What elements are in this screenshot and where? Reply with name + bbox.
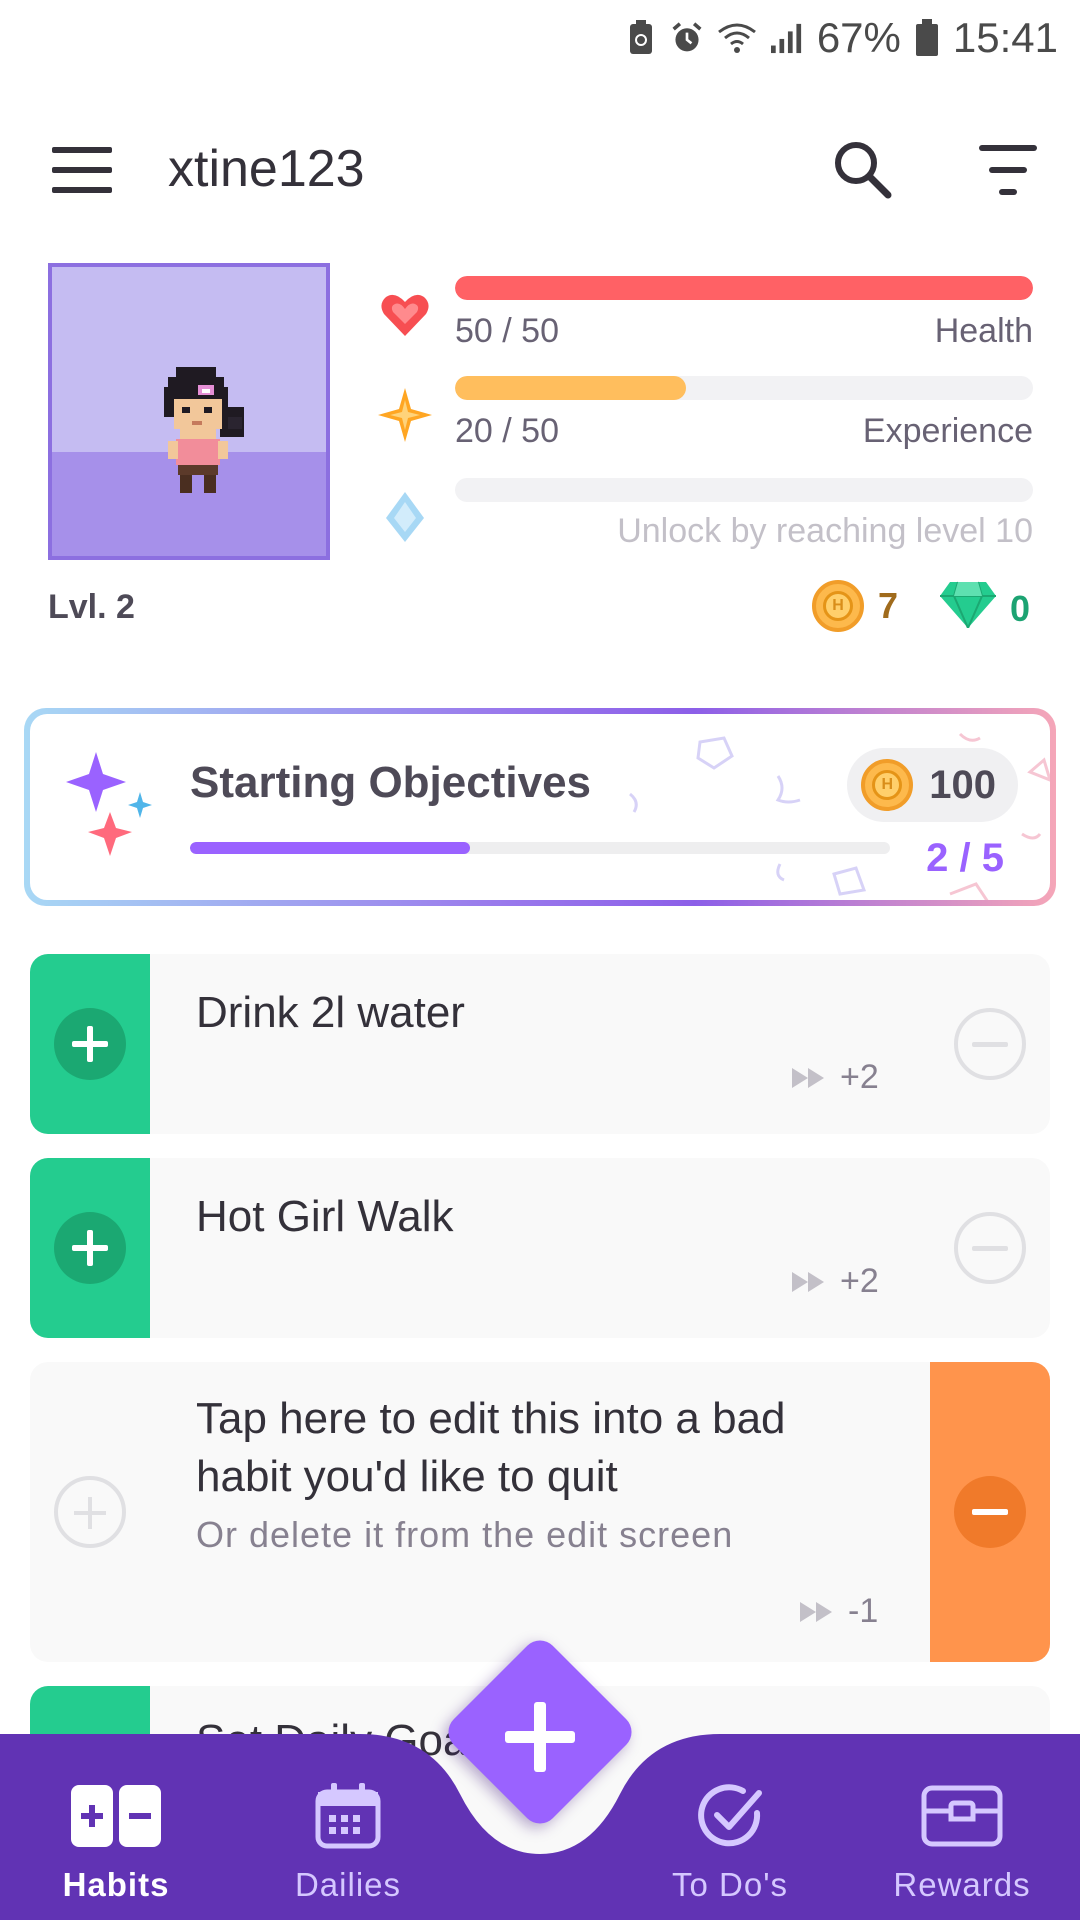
star-icon [378,388,432,442]
habit-streak-value: +2 [840,1262,879,1300]
signal-icon [770,20,803,56]
wifi-icon [717,20,757,56]
objectives-reward: H 100 [847,748,1018,822]
objectives-reward-amount: 100 [929,762,996,807]
experience-value: 20 / 50 [455,412,559,450]
calendar-icon [303,1778,393,1854]
mana-icon [378,490,432,544]
habit-streak: -1 [800,1592,878,1631]
habit-negative-side[interactable] [930,1362,1050,1662]
objectives-title: Starting Objectives [190,758,592,807]
sparkles-icon [66,752,152,856]
status-bar: 67% 15:41 [0,0,1080,76]
checkmark-icon [685,1778,775,1854]
habit-positive-side[interactable] [30,954,150,1134]
habit-streak-value: +2 [840,1058,879,1096]
alarm-icon [671,20,703,56]
top-app-bar: xtine123 [0,115,1080,225]
heart-icon [378,288,432,342]
habit-card[interactable]: Drink 2l water +2 [30,954,1050,1134]
mana-unlock-label: Unlock by reaching level 10 [617,512,1033,550]
habit-notes: Or delete it from the edit screen [196,1514,734,1555]
battery-icon [915,19,939,56]
fast-forward-icon [792,1067,824,1088]
tab-habits-label: Habits [62,1866,170,1903]
pixel-character-icon [164,367,244,493]
tab-rewards-label: Rewards [893,1866,1031,1903]
starting-objectives-card[interactable]: Starting Objectives 2 / 5 H 100 [24,708,1056,906]
minus-icon[interactable] [954,1212,1026,1284]
fast-forward-icon [792,1271,824,1292]
minus-icon[interactable] [954,1476,1026,1548]
objectives-progress-bar [190,842,890,854]
minus-icon[interactable] [954,1008,1026,1080]
battery-percentage: 67% [816,14,901,61]
gem-amount: 0 [1010,587,1031,629]
plus-icon[interactable] [54,1008,126,1080]
tab-rewards[interactable]: Rewards [862,1734,1062,1920]
experience-bar [455,376,1033,400]
avatar[interactable] [48,263,330,560]
habit-card[interactable]: Hot Girl Walk +2 [30,1158,1050,1338]
plus-icon-vertical [534,1702,546,1772]
plus-icon[interactable] [54,1212,126,1284]
habit-streak-value: -1 [848,1592,879,1630]
gold-amount: 7 [878,585,899,626]
treasure-chest-icon [917,1778,1007,1854]
habit-title: Hot Girl Walk [196,1192,454,1241]
habit-streak: +2 [792,1058,879,1097]
health-label: Health [934,312,1033,350]
fast-forward-icon [800,1601,832,1622]
tab-dailies[interactable]: Dailies [248,1734,448,1920]
filter-icon[interactable] [978,145,1038,195]
habit-title: Tap here to edit this into a bad habit y… [196,1394,786,1501]
tab-todos-label: To Do's [671,1866,788,1903]
health-bar [455,276,1033,300]
tab-habits[interactable]: Habits [16,1734,216,1920]
clock: 15:41 [952,14,1058,61]
habit-title: Drink 2l water [196,988,465,1037]
plus-icon[interactable] [54,1476,126,1548]
habit-streak: +2 [792,1262,879,1301]
gold-coin-icon: H [861,759,914,811]
habit-positive-side[interactable] [30,1158,150,1338]
gold-coin-icon: H [812,580,864,632]
experience-label: Experience [862,412,1033,450]
tab-todos[interactable]: To Do's [630,1734,830,1920]
search-icon[interactable] [830,137,894,201]
username: xtine123 [168,140,365,198]
level-label: Lvl. 2 [48,588,135,626]
habit-card[interactable]: Tap here to edit this into a bad habit y… [30,1362,1050,1662]
menu-icon[interactable] [52,147,112,193]
gold-balance: H 7 [812,580,898,632]
gem-balance: 0 [940,580,1030,637]
battery-saver-icon [625,20,657,56]
tab-dailies-label: Dailies [294,1866,402,1903]
health-value: 50 / 50 [455,312,559,350]
gem-icon [940,580,996,637]
objectives-count: 2 / 5 [926,836,1004,880]
mana-bar [455,478,1033,502]
habits-icon [71,1778,161,1854]
